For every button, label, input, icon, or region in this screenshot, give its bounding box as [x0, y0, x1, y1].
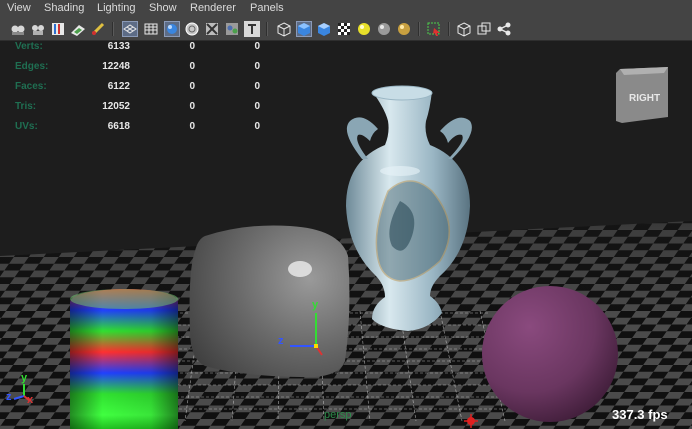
- grease-pencil-icon[interactable]: [90, 21, 106, 37]
- striped-cylinder: [70, 289, 178, 429]
- hud-label-tris: Tris:: [15, 101, 37, 112]
- viewport-3d[interactable]: Verts: 6133 0 0 Edges: 12248 0 0 Faces: …: [0, 41, 692, 429]
- ambient-occlusion-icon[interactable]: [316, 21, 332, 37]
- hud-label-uvs: UVs:: [15, 121, 38, 132]
- shadows-icon[interactable]: [296, 21, 312, 37]
- hud-uvs-selected: 0: [189, 121, 195, 132]
- hud-edges-value: 12248: [102, 61, 130, 72]
- hud-verts-selected: 0: [189, 41, 195, 52]
- hud-label-verts: Verts:: [15, 41, 43, 52]
- node-editor-icon[interactable]: [496, 21, 512, 37]
- menu-view[interactable]: View: [7, 2, 31, 14]
- grid-toggle-icon[interactable]: [122, 21, 138, 37]
- hud-verts-selected-alt: 0: [254, 41, 260, 52]
- dual-view-icon[interactable]: [476, 21, 492, 37]
- menu-lighting[interactable]: Lighting: [97, 2, 136, 14]
- hud-faces-value: 6122: [107, 81, 130, 92]
- hud-tris-value: 12052: [102, 101, 130, 112]
- hud-edges-selected: 0: [189, 61, 195, 72]
- hud-tris-selected: 0: [189, 101, 195, 112]
- wireframe-on-shaded-icon[interactable]: [184, 21, 200, 37]
- hud-faces-selected-alt: 0: [254, 81, 260, 92]
- hud-tris-selected-alt: 0: [254, 101, 260, 112]
- hud-edges-selected-alt: 0: [254, 61, 260, 72]
- smooth-shade-icon[interactable]: [164, 21, 180, 37]
- film-gate-icon[interactable]: [426, 21, 442, 37]
- xray-active-icon[interactable]: [376, 21, 392, 37]
- menu-panels[interactable]: Panels: [250, 2, 284, 14]
- xray-joints-icon[interactable]: [356, 21, 372, 37]
- sphere: [482, 286, 618, 422]
- hud-uvs-value: 6618: [107, 121, 130, 132]
- camera-attributes-icon[interactable]: [30, 21, 46, 37]
- image-plane-icon[interactable]: [70, 21, 86, 37]
- origin-x-label: x: [27, 394, 34, 406]
- camera-name-label: persp: [324, 409, 352, 421]
- isolate-select-icon[interactable]: [336, 21, 352, 37]
- origin-y-label: y: [21, 372, 28, 384]
- hud-label-faces: Faces:: [15, 81, 47, 92]
- fps-counter: 337.3 fps: [612, 407, 668, 422]
- origin-z-label: z: [6, 391, 12, 403]
- manipulator-z-label: z: [278, 335, 284, 347]
- hud-uvs-selected-alt: 0: [254, 121, 260, 132]
- select-camera-icon[interactable]: [10, 21, 26, 37]
- isolate-view-icon[interactable]: [456, 21, 472, 37]
- view-cube-label[interactable]: RIGHT: [629, 93, 660, 104]
- use-lights-icon[interactable]: [276, 21, 292, 37]
- menu-show[interactable]: Show: [149, 2, 177, 14]
- hud-label-edges: Edges:: [15, 61, 49, 72]
- manipulator-y-label: y: [312, 299, 319, 311]
- hud-verts-value: 6133: [107, 41, 130, 52]
- panel-menubar: View Shading Lighting Show Renderer Pane…: [0, 0, 692, 19]
- menu-renderer[interactable]: Renderer: [190, 2, 236, 14]
- rounded-cube: [189, 225, 350, 378]
- default-material-icon[interactable]: [224, 21, 240, 37]
- hud-faces-selected: 0: [189, 81, 195, 92]
- xray-icon[interactable]: [204, 21, 220, 37]
- bookmarks-icon[interactable]: [50, 21, 66, 37]
- resolution-gate-icon[interactable]: [396, 21, 412, 37]
- scene-render: [0, 67, 692, 429]
- menu-shading[interactable]: Shading: [44, 2, 84, 14]
- wireframe-icon[interactable]: [143, 21, 159, 37]
- panel-toolbar: [0, 19, 692, 41]
- textured-icon[interactable]: [244, 21, 260, 37]
